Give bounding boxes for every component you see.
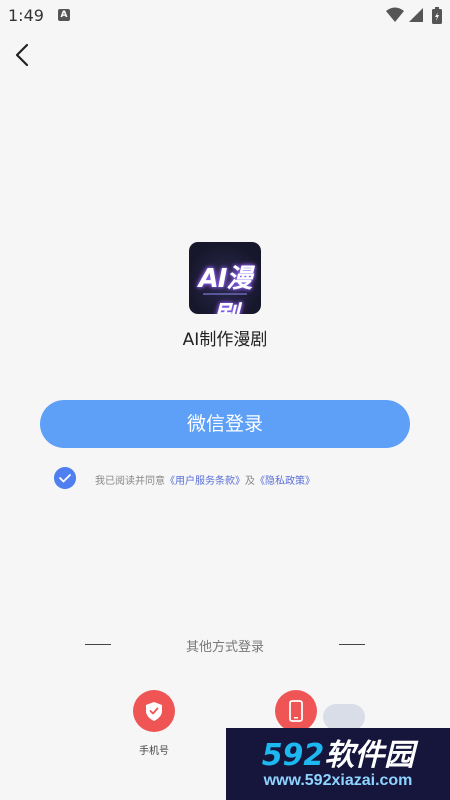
other-login-divider: 其他方式登录 (0, 636, 450, 655)
agreement-text: 我已阅读并同意《用户服务条款》及《隐私政策》 (95, 472, 315, 487)
agreement-connector: 及 (245, 476, 255, 487)
terms-link[interactable]: 《用户服务条款》 (165, 476, 245, 487)
signal-icon (409, 8, 423, 22)
logo-underline (203, 293, 247, 295)
phone-login-button[interactable] (133, 690, 175, 732)
app-name: AI制作漫剧 (182, 330, 268, 350)
device-login-button[interactable] (275, 690, 317, 732)
status-bar: 1:49 A (0, 0, 450, 32)
privacy-link[interactable]: 《隐私政策》 (255, 476, 315, 487)
agreement-checkbox[interactable] (54, 467, 76, 489)
watermark: 592软件园 www.592xiazai.com (226, 728, 450, 800)
watermark-number: 592 (261, 738, 325, 773)
chevron-left-icon[interactable] (10, 42, 36, 68)
watermark-text: 软件园 (324, 738, 415, 773)
a-box-icon: A (58, 9, 70, 21)
battery-icon (432, 7, 442, 24)
gamepad-mascot-icon (323, 704, 365, 730)
phone-device-icon (289, 700, 303, 722)
status-time: 1:49 (8, 6, 44, 25)
watermark-brand: 592软件园 (226, 730, 450, 774)
shield-icon (146, 702, 162, 721)
divider-right (339, 644, 365, 645)
phone-login-label: 手机号 (139, 746, 169, 757)
app-logo: AI漫剧 (189, 242, 261, 314)
wechat-login-button[interactable]: 微信登录 (40, 400, 410, 448)
logo-text: AI漫剧 (198, 264, 253, 314)
agreement-prefix: 我已阅读并同意 (95, 476, 165, 487)
other-login-label: 其他方式登录 (185, 640, 264, 655)
wifi-icon (386, 7, 404, 22)
watermark-url: www.592xiazai.com (263, 772, 413, 789)
